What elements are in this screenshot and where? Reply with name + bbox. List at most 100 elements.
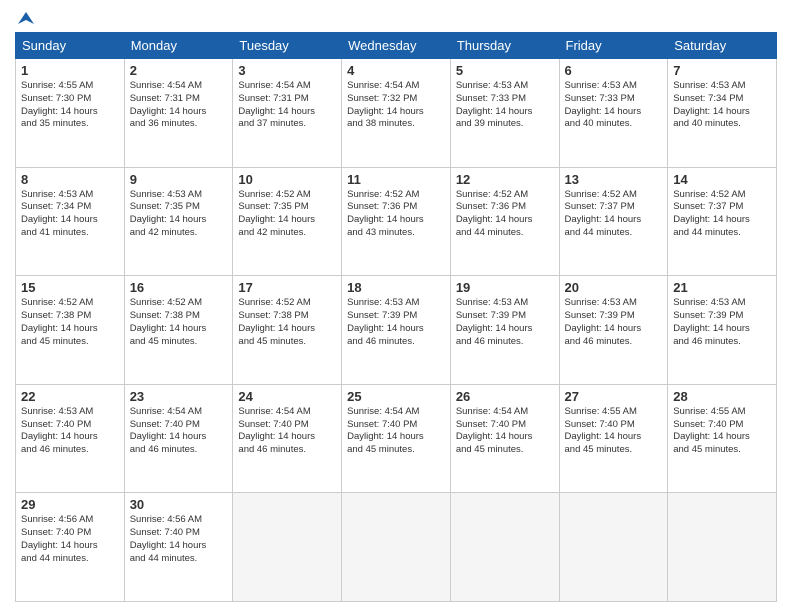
day-number: 21 xyxy=(673,280,771,295)
day-number: 13 xyxy=(565,172,663,187)
day-info: Sunrise: 4:54 AM Sunset: 7:40 PM Dayligh… xyxy=(130,406,228,457)
day-info: Sunrise: 4:53 AM Sunset: 7:34 PM Dayligh… xyxy=(673,80,771,131)
table-row: 17 Sunrise: 4:52 AM Sunset: 7:38 PM Dayli… xyxy=(233,276,342,385)
day-number: 25 xyxy=(347,389,445,404)
day-number: 28 xyxy=(673,389,771,404)
day-info: Sunrise: 4:52 AM Sunset: 7:38 PM Dayligh… xyxy=(238,297,336,348)
day-info: Sunrise: 4:52 AM Sunset: 7:36 PM Dayligh… xyxy=(456,189,554,240)
table-row: 27 Sunrise: 4:55 AM Sunset: 7:40 PM Dayli… xyxy=(559,384,668,493)
day-number: 26 xyxy=(456,389,554,404)
table-row: 18 Sunrise: 4:53 AM Sunset: 7:39 PM Dayli… xyxy=(342,276,451,385)
table-row: 19 Sunrise: 4:53 AM Sunset: 7:39 PM Dayli… xyxy=(450,276,559,385)
day-number: 27 xyxy=(565,389,663,404)
table-row: 2 Sunrise: 4:54 AM Sunset: 7:31 PM Daylig… xyxy=(124,59,233,168)
day-number: 23 xyxy=(130,389,228,404)
day-number: 17 xyxy=(238,280,336,295)
calendar-week-row: 22 Sunrise: 4:53 AM Sunset: 7:40 PM Dayli… xyxy=(16,384,777,493)
day-info: Sunrise: 4:53 AM Sunset: 7:33 PM Dayligh… xyxy=(456,80,554,131)
table-row: 4Sunrise: 4:54 AM Sunset: 7:32 PM Daylig… xyxy=(342,59,451,168)
day-number: 5 xyxy=(456,63,554,78)
day-number: 22 xyxy=(21,389,119,404)
table-row: 14 Sunrise: 4:52 AM Sunset: 7:37 PM Dayli… xyxy=(668,167,777,276)
day-info: Sunrise: 4:53 AM Sunset: 7:34 PM Dayligh… xyxy=(21,189,119,240)
day-number: 2 xyxy=(130,63,228,78)
table-row: 9 Sunrise: 4:53 AM Sunset: 7:35 PM Daylig… xyxy=(124,167,233,276)
day-info: Sunrise: 4:53 AM Sunset: 7:40 PM Dayligh… xyxy=(21,406,119,457)
table-row: 26 Sunrise: 4:54 AM Sunset: 7:40 PM Dayli… xyxy=(450,384,559,493)
table-row: 30Sunrise: 4:56 AM Sunset: 7:40 PM Dayli… xyxy=(124,493,233,602)
table-row: 5 Sunrise: 4:53 AM Sunset: 7:33 PM Daylig… xyxy=(450,59,559,168)
table-row: 16 Sunrise: 4:52 AM Sunset: 7:38 PM Dayli… xyxy=(124,276,233,385)
dow-header: Sunday xyxy=(16,33,125,59)
day-info: Sunrise: 4:52 AM Sunset: 7:38 PM Dayligh… xyxy=(21,297,119,348)
calendar-week-row: 8 Sunrise: 4:53 AM Sunset: 7:34 PM Daylig… xyxy=(16,167,777,276)
table-row: 11Sunrise: 4:52 AM Sunset: 7:36 PM Dayli… xyxy=(342,167,451,276)
day-info: Sunrise: 4:55 AM Sunset: 7:40 PM Dayligh… xyxy=(673,406,771,457)
calendar: SundayMondayTuesdayWednesdayThursdayFrid… xyxy=(15,32,777,602)
day-number: 9 xyxy=(130,172,228,187)
table-row: 22 Sunrise: 4:53 AM Sunset: 7:40 PM Dayli… xyxy=(16,384,125,493)
day-number: 4 xyxy=(347,63,445,78)
day-info: Sunrise: 4:53 AM Sunset: 7:35 PM Dayligh… xyxy=(130,189,228,240)
day-info: Sunrise: 4:52 AM Sunset: 7:38 PM Dayligh… xyxy=(130,297,228,348)
day-info: Sunrise: 4:52 AM Sunset: 7:36 PM Dayligh… xyxy=(347,189,445,240)
calendar-body: 1Sunrise: 4:55 AM Sunset: 7:30 PM Daylig… xyxy=(16,59,777,602)
table-row xyxy=(668,493,777,602)
logo-icon xyxy=(16,10,34,28)
day-info: Sunrise: 4:53 AM Sunset: 7:33 PM Dayligh… xyxy=(565,80,663,131)
day-number: 14 xyxy=(673,172,771,187)
table-row: 24 Sunrise: 4:54 AM Sunset: 7:40 PM Dayli… xyxy=(233,384,342,493)
day-number: 15 xyxy=(21,280,119,295)
table-row xyxy=(342,493,451,602)
table-row: 20 Sunrise: 4:53 AM Sunset: 7:39 PM Dayli… xyxy=(559,276,668,385)
day-info: Sunrise: 4:54 AM Sunset: 7:31 PM Dayligh… xyxy=(130,80,228,131)
dow-header: Saturday xyxy=(668,33,777,59)
table-row xyxy=(450,493,559,602)
table-row: 8 Sunrise: 4:53 AM Sunset: 7:34 PM Daylig… xyxy=(16,167,125,276)
day-info: Sunrise: 4:53 AM Sunset: 7:39 PM Dayligh… xyxy=(673,297,771,348)
day-info: Sunrise: 4:54 AM Sunset: 7:31 PM Dayligh… xyxy=(238,80,336,131)
day-number: 24 xyxy=(238,389,336,404)
dow-header: Thursday xyxy=(450,33,559,59)
day-number: 3 xyxy=(238,63,336,78)
day-info: Sunrise: 4:52 AM Sunset: 7:35 PM Dayligh… xyxy=(238,189,336,240)
day-number: 8 xyxy=(21,172,119,187)
day-number: 7 xyxy=(673,63,771,78)
table-row: 15 Sunrise: 4:52 AM Sunset: 7:38 PM Dayli… xyxy=(16,276,125,385)
dow-header: Tuesday xyxy=(233,33,342,59)
day-number: 10 xyxy=(238,172,336,187)
day-info: Sunrise: 4:53 AM Sunset: 7:39 PM Dayligh… xyxy=(347,297,445,348)
table-row: 21 Sunrise: 4:53 AM Sunset: 7:39 PM Dayli… xyxy=(668,276,777,385)
day-info: Sunrise: 4:55 AM Sunset: 7:30 PM Dayligh… xyxy=(21,80,119,131)
day-info: Sunrise: 4:56 AM Sunset: 7:40 PM Dayligh… xyxy=(21,514,119,565)
day-info: Sunrise: 4:53 AM Sunset: 7:39 PM Dayligh… xyxy=(456,297,554,348)
day-number: 20 xyxy=(565,280,663,295)
table-row: 1Sunrise: 4:55 AM Sunset: 7:30 PM Daylig… xyxy=(16,59,125,168)
table-row xyxy=(559,493,668,602)
table-row: 7 Sunrise: 4:53 AM Sunset: 7:34 PM Daylig… xyxy=(668,59,777,168)
day-number: 19 xyxy=(456,280,554,295)
day-number: 30 xyxy=(130,497,228,512)
logo xyxy=(15,10,35,24)
day-info: Sunrise: 4:54 AM Sunset: 7:40 PM Dayligh… xyxy=(456,406,554,457)
day-info: Sunrise: 4:54 AM Sunset: 7:40 PM Dayligh… xyxy=(238,406,336,457)
day-info: Sunrise: 4:54 AM Sunset: 7:40 PM Dayligh… xyxy=(347,406,445,457)
table-row: 29 Sunrise: 4:56 AM Sunset: 7:40 PM Dayli… xyxy=(16,493,125,602)
dow-header: Monday xyxy=(124,33,233,59)
day-info: Sunrise: 4:53 AM Sunset: 7:39 PM Dayligh… xyxy=(565,297,663,348)
days-of-week-row: SundayMondayTuesdayWednesdayThursdayFrid… xyxy=(16,33,777,59)
table-row: 10 Sunrise: 4:52 AM Sunset: 7:35 PM Dayli… xyxy=(233,167,342,276)
day-number: 16 xyxy=(130,280,228,295)
day-info: Sunrise: 4:52 AM Sunset: 7:37 PM Dayligh… xyxy=(565,189,663,240)
table-row: 28 Sunrise: 4:55 AM Sunset: 7:40 PM Dayli… xyxy=(668,384,777,493)
calendar-week-row: 1Sunrise: 4:55 AM Sunset: 7:30 PM Daylig… xyxy=(16,59,777,168)
day-info: Sunrise: 4:55 AM Sunset: 7:40 PM Dayligh… xyxy=(565,406,663,457)
table-row: 25 Sunrise: 4:54 AM Sunset: 7:40 PM Dayli… xyxy=(342,384,451,493)
day-info: Sunrise: 4:52 AM Sunset: 7:37 PM Dayligh… xyxy=(673,189,771,240)
day-number: 29 xyxy=(21,497,119,512)
day-number: 18 xyxy=(347,280,445,295)
table-row: 3 Sunrise: 4:54 AM Sunset: 7:31 PM Daylig… xyxy=(233,59,342,168)
header xyxy=(15,10,777,24)
calendar-week-row: 15 Sunrise: 4:52 AM Sunset: 7:38 PM Dayli… xyxy=(16,276,777,385)
table-row: 13 Sunrise: 4:52 AM Sunset: 7:37 PM Dayli… xyxy=(559,167,668,276)
